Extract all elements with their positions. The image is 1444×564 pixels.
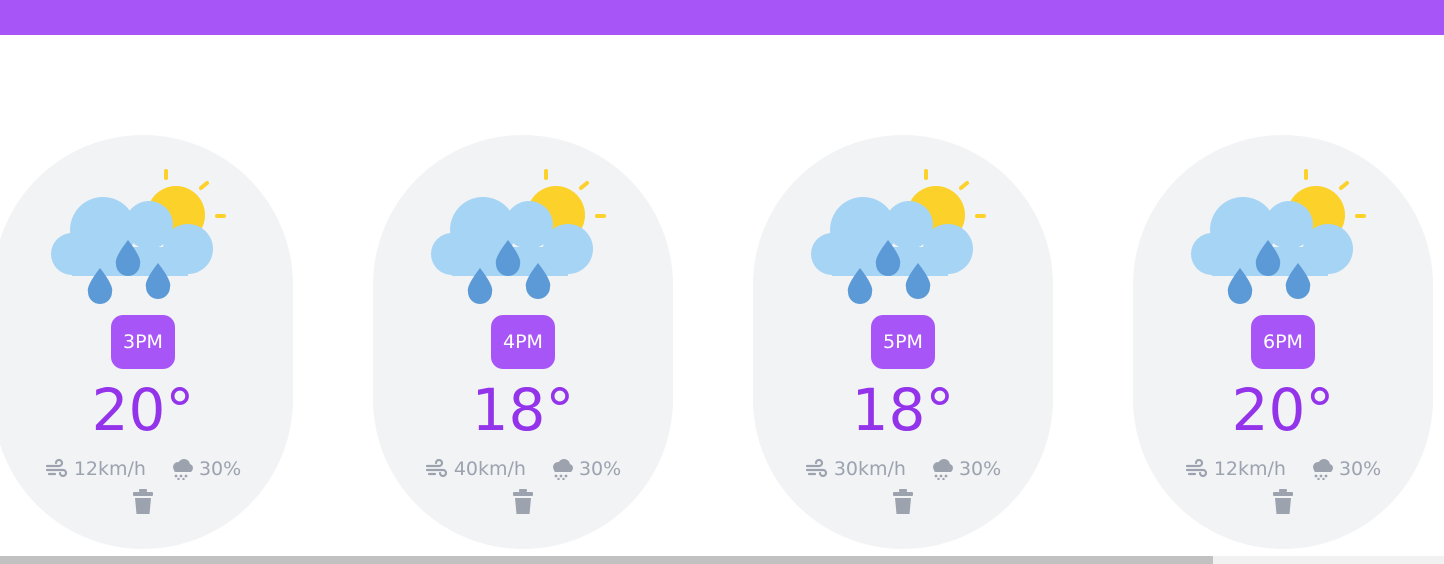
partly-cloudy-rain-icon [421,167,611,307]
time-badge: 6PM [1251,315,1315,369]
wind-icon [425,458,449,480]
forecast-details: 12km/h 30% [1133,455,1433,483]
rain-cloud-icon [550,458,574,480]
partly-cloudy-rain-icon [1181,167,1371,307]
wind-info: 30km/h [805,458,906,480]
partly-cloudy-rain-icon [801,167,991,307]
delete-button[interactable] [132,489,154,515]
rain-chance: 30% [958,458,1002,480]
wind-speed: 12km/h [73,458,146,480]
rain-chance: 30% [198,458,242,480]
forecast-details: 40km/h 30% [373,455,673,483]
temperature-value: 18° [851,376,955,444]
trash-icon [1273,489,1293,514]
time-badge: 3PM [111,315,175,369]
forecast-details: 12km/h 30% [0,455,293,483]
horizontal-scrollbar[interactable] [0,556,1444,564]
wind-speed: 40km/h [453,458,526,480]
wind-icon [45,458,69,480]
forecast-details: 30km/h 30% [753,455,1053,483]
wind-icon [1185,458,1209,480]
wind-info: 12km/h [45,458,146,480]
rain-chance: 30% [578,458,622,480]
time-badge: 4PM [491,315,555,369]
wind-info: 40km/h [425,458,526,480]
wind-icon [805,458,829,480]
temperature-value: 18° [471,376,575,444]
rain-info: 30% [170,458,241,480]
delete-button[interactable] [512,489,534,515]
scrollbar-thumb[interactable] [0,556,1213,564]
forecast-card-6pm: 6PM 20° 12km/h 30% [1133,135,1433,549]
rain-info: 30% [1310,458,1381,480]
wind-speed: 30km/h [833,458,906,480]
delete-button[interactable] [892,489,914,515]
delete-button[interactable] [1272,489,1294,515]
temperature-value: 20° [1231,376,1335,444]
trash-icon [133,489,153,514]
trash-icon [893,489,913,514]
forecast-card-5pm: 5PM 18° 30km/h 30% [753,135,1053,549]
rain-info: 30% [550,458,621,480]
wind-info: 12km/h [1185,458,1286,480]
temperature-value: 20° [91,376,195,444]
time-badge: 5PM [871,315,935,369]
forecast-card-4pm: 4PM 18° 40km/h 30% [373,135,673,549]
partly-cloudy-rain-icon [41,167,231,307]
forecast-card-3pm: 3PM 20° 12km/h 30% [0,135,293,549]
trash-icon [513,489,533,514]
rain-cloud-icon [170,458,194,480]
wind-speed: 12km/h [1213,458,1286,480]
rain-cloud-icon [930,458,954,480]
rain-info: 30% [930,458,1001,480]
hourly-forecast-strip[interactable]: 3PM 20° 12km/h 30% 4PM 18° 40km/h 30% 5P… [0,0,1444,564]
rain-chance: 30% [1338,458,1382,480]
rain-cloud-icon [1310,458,1334,480]
